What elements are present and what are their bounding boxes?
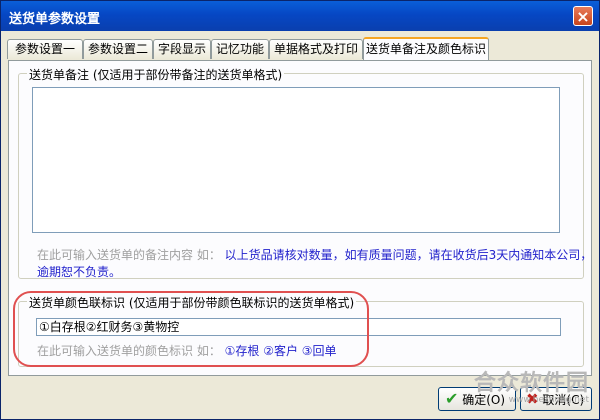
window-title: 送货单参数设置 bbox=[9, 12, 101, 27]
remark-hint-example-cont: 逾期恕不负责。 bbox=[37, 265, 122, 279]
settings-dialog: 送货单参数设置 × 参数设置一 参数设置二 字段显示 记忆功能 单据格式及打印 … bbox=[0, 0, 600, 420]
highlight-annotation bbox=[13, 291, 369, 367]
tab-field-display[interactable]: 字段显示 bbox=[153, 39, 211, 59]
tab-params-1[interactable]: 参数设置一 bbox=[7, 39, 83, 59]
title-bar: 送货单参数设置 × bbox=[1, 1, 599, 31]
tab-memory[interactable]: 记忆功能 bbox=[211, 39, 269, 59]
remark-hint: 在此可输入送货单的备注内容 如： 以上货品请核对数量，如有质量问题，请在收货后3… bbox=[37, 246, 592, 263]
watermark: 合众软件园 www.hezhong.net bbox=[473, 371, 589, 406]
tab-params-2[interactable]: 参数设置二 bbox=[83, 39, 153, 59]
tab-format-print[interactable]: 单据格式及打印 bbox=[269, 39, 363, 59]
remark-group-legend: 送货单备注 (仅适用于部份带备注的送货单格式) bbox=[27, 66, 285, 83]
watermark-url: www.hezhong.net bbox=[508, 395, 589, 405]
tab-remark-color[interactable]: 送货单备注及颜色标识 bbox=[363, 37, 489, 61]
watermark-text: 合众软件园 bbox=[473, 371, 589, 396]
remark-hint-example: 以上货品请核对数量，如有质量问题，请在收货后3天内通知本公司， bbox=[224, 248, 593, 262]
check-icon: ✔ bbox=[445, 389, 459, 408]
remark-hint-prefix: 在此可输入送货单的备注内容 如： bbox=[37, 248, 221, 262]
remark-textarea[interactable] bbox=[32, 87, 560, 233]
close-button[interactable]: × bbox=[573, 6, 593, 26]
